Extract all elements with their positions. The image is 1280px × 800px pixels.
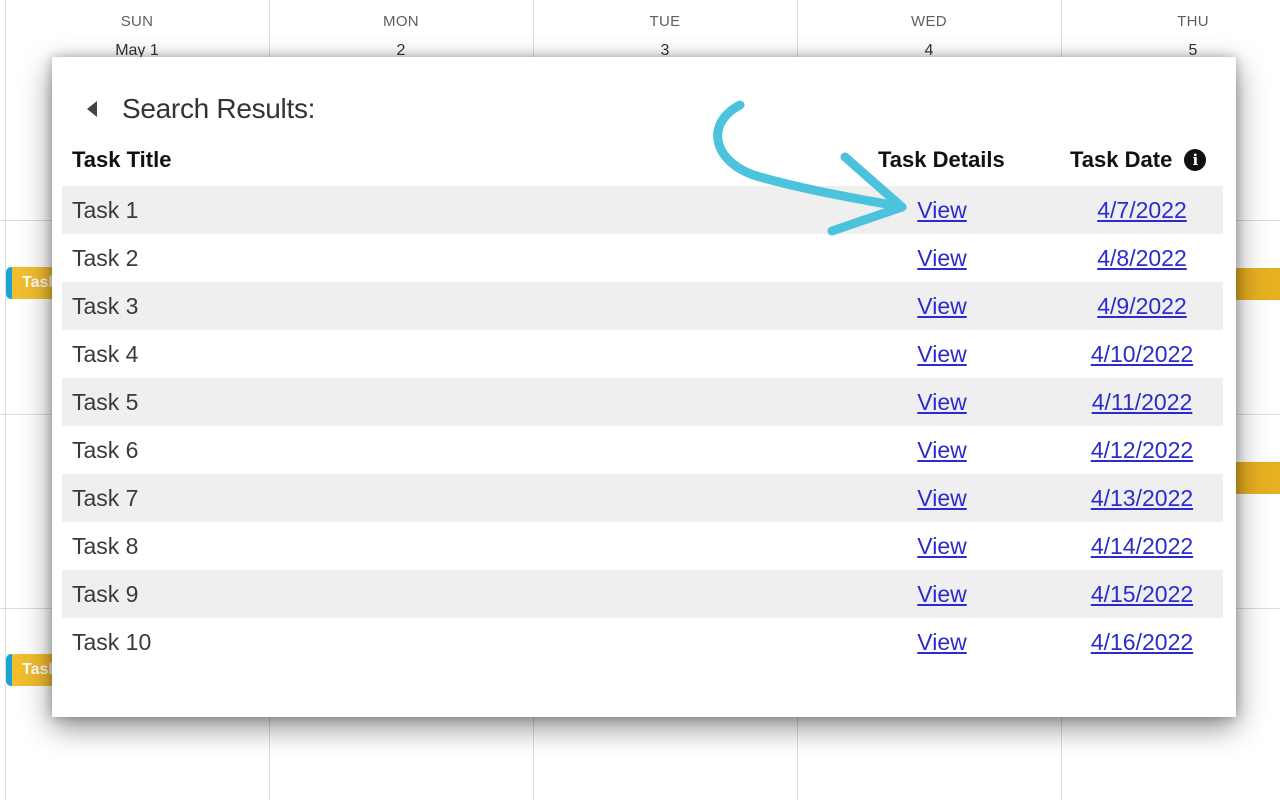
table-row: Task 7 View 4/13/2022 — [62, 474, 1223, 522]
view-details-link[interactable]: View — [892, 522, 992, 570]
info-icon[interactable]: i — [1184, 149, 1207, 171]
table-row: Task 2 View 4/8/2022 — [62, 234, 1223, 282]
task-title: Task 5 — [72, 389, 139, 415]
view-details-link[interactable]: View — [892, 474, 992, 522]
view-details-link[interactable]: View — [892, 234, 992, 282]
task-date-link[interactable]: 4/7/2022 — [1072, 186, 1212, 234]
day-header-mon: MON 2 — [269, 0, 533, 64]
task-date-link[interactable]: 4/14/2022 — [1072, 522, 1212, 570]
table-row: Task 5 View 4/11/2022 — [62, 378, 1223, 426]
table-row: Task 8 View 4/14/2022 — [62, 522, 1223, 570]
view-details-link[interactable]: View — [892, 186, 992, 234]
page-title: Search Results: — [122, 93, 316, 124]
table-row: Task 10 View 4/16/2022 — [62, 618, 1223, 666]
table-row: Task 4 View 4/10/2022 — [62, 330, 1223, 378]
back-button[interactable] — [80, 97, 104, 121]
day-name: TUE — [649, 13, 681, 30]
view-details-link[interactable]: View — [892, 618, 992, 666]
modal-header: Search Results: — [80, 91, 315, 127]
task-title: Task 4 — [72, 341, 139, 367]
table-row: Task 9 View 4/15/2022 — [62, 570, 1223, 618]
view-details-link[interactable]: View — [892, 282, 992, 330]
table-row: Task 1 View 4/7/2022 — [62, 186, 1223, 234]
task-date-link[interactable]: 4/11/2022 — [1072, 378, 1212, 426]
calendar-event[interactable] — [1230, 268, 1280, 300]
column-header-label: Task Date — [1070, 147, 1173, 172]
column-header-task-date: Task Date i — [1070, 147, 1207, 173]
task-title: Task 8 — [72, 533, 139, 559]
column-header-task-details: Task Details — [878, 147, 1005, 172]
day-name: WED — [911, 13, 947, 30]
task-title: Task 6 — [72, 437, 139, 463]
column-header-task-title: Task Title — [72, 147, 172, 172]
view-details-link[interactable]: View — [892, 570, 992, 618]
task-title: Task 3 — [72, 293, 139, 319]
calendar-event[interactable] — [1230, 462, 1280, 494]
results-table: Task 1 View 4/7/2022 Task 2 View 4/8/202… — [62, 186, 1223, 666]
task-date-link[interactable]: 4/13/2022 — [1072, 474, 1212, 522]
table-row: Task 3 View 4/9/2022 — [62, 282, 1223, 330]
task-title: Task 9 — [72, 581, 139, 607]
search-results-modal: Search Results: Task Title Task Details … — [52, 57, 1236, 717]
task-date-link[interactable]: 4/12/2022 — [1072, 426, 1212, 474]
day-header-thu: THU 5 — [1061, 0, 1280, 64]
view-details-link[interactable]: View — [892, 378, 992, 426]
task-date-link[interactable]: 4/16/2022 — [1072, 618, 1212, 666]
caret-left-icon — [87, 101, 97, 117]
task-date-link[interactable]: 4/9/2022 — [1072, 282, 1212, 330]
view-details-link[interactable]: View — [892, 330, 992, 378]
task-date-link[interactable]: 4/15/2022 — [1072, 570, 1212, 618]
task-date-link[interactable]: 4/8/2022 — [1072, 234, 1212, 282]
day-name: THU — [1177, 13, 1209, 30]
day-header-tue: TUE 3 — [533, 0, 797, 64]
day-name: MON — [383, 13, 419, 30]
task-title: Task 7 — [72, 485, 139, 511]
day-header-wed: WED 4 — [797, 0, 1061, 64]
view-details-link[interactable]: View — [892, 426, 992, 474]
task-title: Task 10 — [72, 629, 152, 655]
day-header-sun: SUN May 1 — [5, 0, 269, 64]
task-title: Task 2 — [72, 245, 139, 271]
table-row: Task 6 View 4/12/2022 — [62, 426, 1223, 474]
task-date-link[interactable]: 4/10/2022 — [1072, 330, 1212, 378]
day-name: SUN — [120, 13, 154, 30]
task-title: Task 1 — [72, 197, 139, 223]
